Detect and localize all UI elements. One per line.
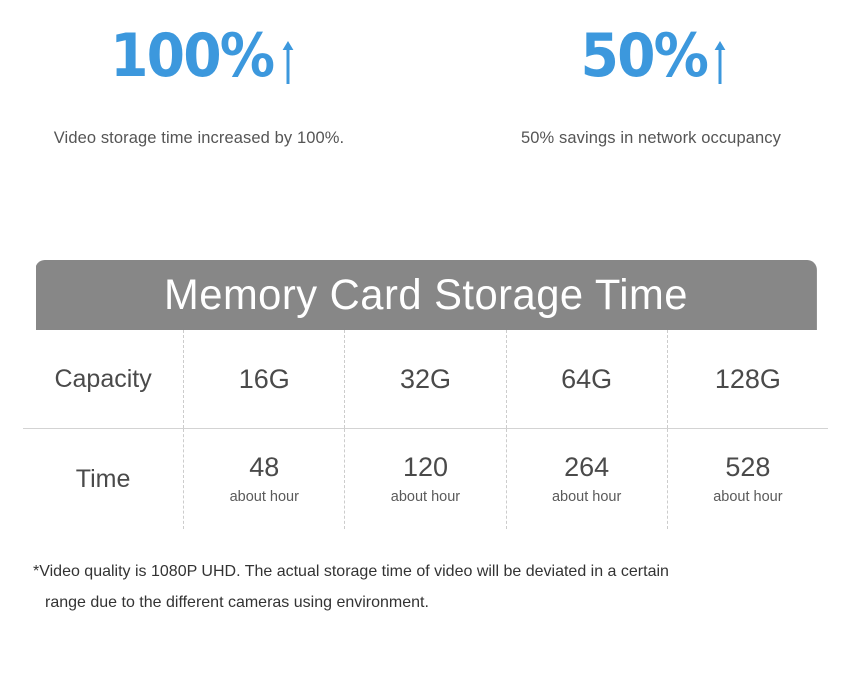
time-value: 120: [402, 452, 448, 483]
stat-figure: 100%: [103, 26, 295, 86]
stat-block-storage-time: 100% Video storage time increased by 100…: [0, 26, 426, 148]
stat-caption: 50% savings in network occupancy: [520, 129, 781, 147]
row-label-time: Time: [23, 428, 184, 529]
table-row-time: Time 48 about hour 120 about hour 264 ab…: [23, 428, 828, 529]
table-cell-time-3: 264 about hour: [505, 428, 668, 529]
stats-row: 100% Video storage time increased by 100…: [0, 0, 850, 148]
stat-caption: Video storage time increased by 100%.: [53, 129, 345, 147]
capacity-value: 16G: [238, 363, 290, 394]
footnote-line-2: range due to the different cameras using…: [45, 594, 429, 611]
footnote-line-1: *Video quality is 1080P UHD. The actual …: [33, 563, 669, 580]
time-value: 48: [249, 452, 280, 483]
arrow-up-icon: [713, 40, 727, 84]
time-unit: about hour: [713, 489, 783, 506]
time-unit: about hour: [390, 489, 461, 506]
arrow-up-icon: [281, 40, 295, 84]
table-cell-capacity-3: 64G: [505, 330, 668, 429]
time-cell-content: 120 about hour: [345, 452, 505, 506]
table-cell-time-2: 120 about hour: [344, 428, 507, 529]
footnote: *Video quality is 1080P UHD. The actual …: [33, 556, 823, 618]
table-cell-capacity-2: 32G: [344, 330, 507, 429]
table-row-capacity: Capacity 16G 32G 64G 128G: [23, 330, 828, 429]
table-title: Memory Card Storage Time: [34, 260, 817, 330]
row-label-capacity: Capacity: [54, 364, 152, 393]
time-value: 528: [725, 452, 771, 483]
stat-block-network-occupancy: 50% 50% savings in network occupancy: [426, 26, 850, 148]
table-cell-capacity-4: 128G: [666, 330, 828, 429]
stat-value-percent: 100%: [109, 21, 275, 91]
table-cell-time-1: 48 about hour: [183, 428, 345, 529]
capacity-value: 64G: [561, 363, 613, 394]
table-header-row: Memory Card Storage Time: [23, 260, 828, 330]
table-cell-time-4: 528 about hour: [666, 428, 828, 529]
time-cell-content: 264 about hour: [507, 452, 667, 506]
time-unit: about hour: [229, 489, 299, 506]
time-value: 264: [564, 452, 610, 483]
table-cell-capacity-1: 16G: [183, 330, 345, 429]
stat-value-percent: 50%: [580, 21, 708, 91]
stat-figure: 50%: [575, 26, 728, 86]
capacity-value: 128G: [714, 363, 781, 394]
memory-card-storage-table-wrapper: Memory Card Storage Time Capacity 16G 32…: [22, 260, 829, 530]
time-cell-content: 528 about hour: [668, 452, 828, 506]
time-unit: about hour: [551, 489, 622, 506]
capacity-value: 32G: [399, 363, 451, 394]
time-cell-content: 48 about hour: [184, 452, 344, 506]
memory-card-storage-table: Memory Card Storage Time Capacity 16G 32…: [22, 260, 829, 530]
